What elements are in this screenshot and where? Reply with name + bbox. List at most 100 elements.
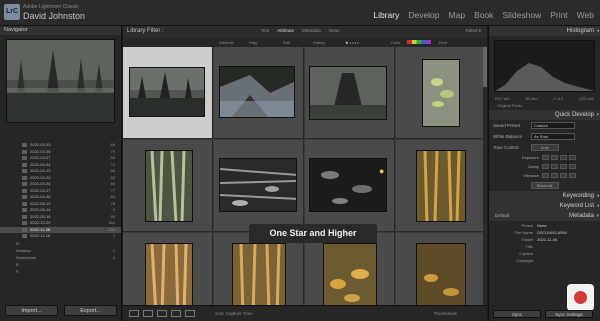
thumbnail-grid bbox=[123, 47, 487, 321]
module-map[interactable]: Map bbox=[449, 10, 466, 20]
folder-icon bbox=[22, 214, 27, 219]
scrollbar-thumb[interactable] bbox=[483, 47, 487, 87]
increase-button[interactable] bbox=[569, 173, 576, 178]
color-swatches[interactable] bbox=[407, 40, 431, 44]
white-balance-dropdown[interactable]: As Shot bbox=[531, 133, 575, 140]
grid-cell[interactable] bbox=[214, 47, 304, 139]
metadata-row: Title bbox=[525, 244, 533, 249]
navigator-header[interactable]: Navigator FIT › 100% 200% bbox=[0, 26, 600, 321]
grid-scrollbar[interactable] bbox=[483, 47, 487, 305]
increase-button[interactable] bbox=[569, 155, 576, 160]
white-balance-row: White Balance As Shot bbox=[489, 131, 600, 142]
navigator-image bbox=[7, 40, 114, 122]
user-name: David Johnston bbox=[23, 11, 86, 21]
edit-filter[interactable]: Edit bbox=[283, 40, 290, 45]
survey-view-icon[interactable] bbox=[171, 310, 181, 317]
saved-preset-dropdown[interactable]: Custom bbox=[531, 122, 575, 129]
module-develop[interactable]: Develop bbox=[408, 10, 439, 20]
flag-filter[interactable]: Flag bbox=[249, 40, 257, 45]
grid-cell[interactable] bbox=[123, 140, 213, 232]
drive-row[interactable]: Downloads 1 bbox=[0, 254, 121, 261]
collapse-icon: ◂ bbox=[596, 203, 599, 209]
photo-thumbnail bbox=[309, 66, 387, 120]
metadata-header[interactable]: Default Metadata ▾ bbox=[489, 211, 600, 221]
metadata-preset-select[interactable]: None bbox=[537, 223, 547, 230]
reset-all-button[interactable]: Reset All bbox=[530, 182, 559, 189]
histogram-header[interactable]: Histogram ◂ bbox=[489, 26, 600, 36]
collapse-icon: ◂ bbox=[596, 28, 599, 34]
thumbnail-size-label: Thumbnails bbox=[433, 311, 457, 316]
right-panel: Histogram ◂ ISO 160 55 mm f / 4.0 1/25 se… bbox=[488, 26, 600, 321]
drive-row[interactable]: D: bbox=[0, 240, 121, 247]
increase-button[interactable] bbox=[560, 164, 567, 169]
export-button[interactable]: Export... bbox=[64, 305, 117, 316]
rating-filter[interactable]: Rating bbox=[313, 40, 325, 45]
folder-icon bbox=[22, 201, 27, 206]
auto-tone-button[interactable]: Auto bbox=[531, 144, 559, 151]
keyword-list-header[interactable]: Keyword List ◂ bbox=[489, 201, 600, 211]
module-library[interactable]: Library bbox=[373, 10, 399, 20]
people-view-icon[interactable] bbox=[185, 310, 195, 317]
decrease-button[interactable] bbox=[542, 164, 549, 169]
sync-buttons: Sync Sync Settings bbox=[493, 310, 593, 318]
filter-attribute[interactable]: Attribute bbox=[277, 28, 294, 33]
loupe-view-icon[interactable] bbox=[143, 310, 153, 317]
app-name: Adobe Lightroom Classic bbox=[23, 4, 79, 10]
folder-icon bbox=[22, 234, 27, 238]
filter-preset-dropdown[interactable]: Rated ▾ bbox=[465, 28, 481, 34]
navigator-preview[interactable] bbox=[6, 39, 115, 123]
sync-button[interactable]: Sync bbox=[493, 310, 541, 318]
sort-order-dropdown[interactable]: Capture Time bbox=[226, 311, 253, 316]
keywording-header[interactable]: Keywording ◂ bbox=[489, 191, 600, 201]
quick-develop-header[interactable]: Quick Develop ▾ bbox=[489, 110, 600, 120]
drive-row[interactable]: Desktop 1 bbox=[0, 247, 121, 254]
module-book[interactable]: Book bbox=[474, 10, 493, 20]
module-print[interactable]: Print bbox=[550, 10, 567, 20]
decrease-button[interactable] bbox=[551, 173, 558, 178]
folder-icon bbox=[22, 149, 27, 154]
left-buttons: Import... Export... bbox=[5, 305, 117, 316]
color-filter[interactable]: Color bbox=[391, 40, 401, 45]
increase-button[interactable] bbox=[560, 173, 567, 178]
grid-view-icon[interactable] bbox=[129, 310, 139, 317]
module-web[interactable]: Web bbox=[577, 10, 594, 20]
metadata-preset-dropdown[interactable]: Default bbox=[495, 213, 509, 218]
grid-cell[interactable] bbox=[305, 47, 395, 139]
filter-metadata[interactable]: Metadata bbox=[302, 28, 321, 33]
grid-cell[interactable] bbox=[214, 140, 304, 232]
increase-button[interactable] bbox=[560, 155, 567, 160]
decrease-button[interactable] bbox=[551, 164, 558, 169]
histogram bbox=[494, 40, 595, 92]
kind-filter[interactable]: Kind bbox=[439, 40, 447, 45]
drive-row[interactable]: E: bbox=[0, 261, 121, 268]
decrease-button[interactable] bbox=[542, 155, 549, 160]
import-button[interactable]: Import... bbox=[5, 305, 58, 316]
rating-stars[interactable]: ★ • • • • bbox=[345, 40, 359, 45]
grid-cell[interactable] bbox=[396, 47, 486, 139]
grid-cell[interactable] bbox=[305, 140, 395, 232]
collapse-icon: ▾ bbox=[596, 112, 599, 118]
reset-row: Reset All bbox=[489, 180, 600, 191]
filter-options: Text Attribute Metadata None bbox=[261, 28, 340, 33]
drive-row[interactable]: F: bbox=[0, 268, 121, 275]
grid-toolbar: Sort: Capture Time Thumbnails bbox=[123, 305, 487, 321]
photo-thumbnail bbox=[129, 67, 205, 117]
increase-button[interactable] bbox=[569, 164, 576, 169]
photo-thumbnail bbox=[309, 158, 387, 212]
grid-cell[interactable] bbox=[396, 140, 486, 232]
clarity-row: Clarity bbox=[489, 162, 600, 171]
tone-control-row: Tone Control Auto bbox=[489, 142, 600, 153]
decrease-button[interactable] bbox=[551, 155, 558, 160]
record-button[interactable] bbox=[567, 284, 594, 311]
folder-icon bbox=[22, 169, 27, 173]
filter-text[interactable]: Text bbox=[261, 28, 269, 33]
cursor-icon: ● bbox=[379, 166, 385, 176]
metadata-row: Preset None bbox=[521, 223, 547, 230]
compare-view-icon[interactable] bbox=[157, 310, 167, 317]
metadata-row: Caption bbox=[519, 251, 533, 256]
filter-none[interactable]: None bbox=[329, 28, 340, 33]
module-slideshow[interactable]: Slideshow bbox=[502, 10, 541, 20]
sync-settings-button[interactable]: Sync Settings bbox=[545, 310, 593, 318]
decrease-button[interactable] bbox=[542, 173, 549, 178]
grid-cell-selected[interactable] bbox=[123, 47, 213, 139]
